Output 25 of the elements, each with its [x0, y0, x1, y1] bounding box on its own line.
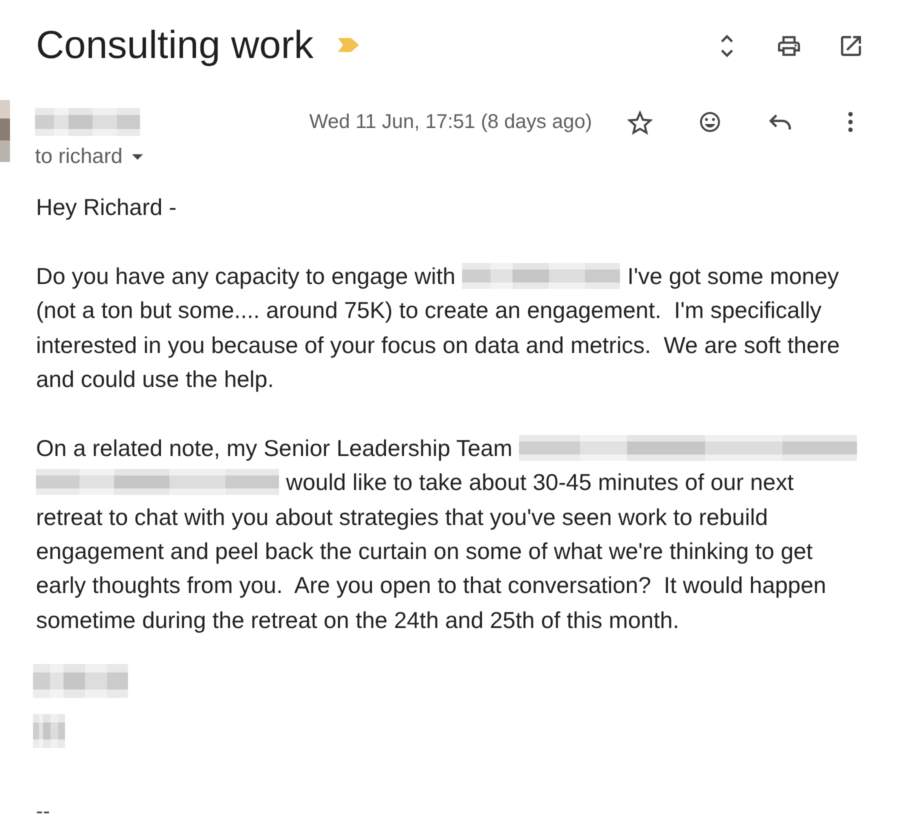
email-text: Do you have any capacity to engage with [36, 262, 456, 291]
email-text: and could use the help. [36, 364, 274, 394]
email-text: sometime during the retreat on the 24th and 25th of this month. [36, 606, 680, 635]
signature-separator: -- [36, 800, 50, 823]
greeting-text: Hey Richard - [36, 193, 177, 222]
email-text: retreat to chat with you about strategies that you've seen work to rebuild [36, 502, 768, 532]
reply-arrow-icon [769, 114, 791, 130]
email-text: early thoughts from you. Are you open to that conversation? It would happen [36, 571, 826, 600]
email-subject: Consulting work [36, 23, 314, 69]
email-text: I've got some money [627, 262, 839, 291]
email-text: would like to take about 30-45 minutes of our next [286, 468, 794, 498]
vertical-dots-icon [848, 112, 852, 132]
up-down-chevrons-icon [721, 35, 733, 57]
recipients-dropdown[interactable]: to richard [35, 145, 143, 169]
smiley-face-icon [699, 112, 721, 132]
email-text: (not a ton but some.... around 75K) to create an engagement. I'm specifically [36, 296, 822, 326]
email-text: On a related note, my Senior Leadership Team [36, 434, 512, 463]
avatar-photo-placeholder [0, 100, 10, 162]
email-text: interested in you because of your focus on data and metrics. We are soft there [36, 330, 840, 360]
open-in-new-icon [840, 36, 862, 56]
message-date: Wed 11 Jun, 17:51 (8 days ago) [309, 110, 592, 134]
blurred-signature [33, 714, 65, 748]
caret-icon [132, 154, 143, 160]
print-icon [778, 36, 800, 56]
email-text: engagement and peel back the curtain on some of what we're thinking to get [36, 536, 813, 566]
